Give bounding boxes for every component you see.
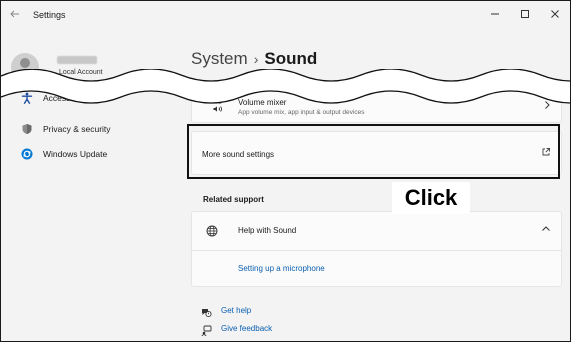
breadcrumb-parent[interactable]: System — [191, 49, 248, 68]
breadcrumb-separator: › — [253, 51, 259, 67]
back-arrow-icon[interactable] — [9, 8, 23, 22]
breadcrumb: System › Sound — [191, 49, 317, 69]
help-with-sound-card[interactable]: Help with Sound Setting up a microphone — [191, 211, 562, 287]
chevron-up-icon[interactable] — [541, 225, 551, 235]
related-support-heading: Related support — [203, 195, 264, 204]
torn-edge-divider — [1, 69, 570, 104]
sidebar-item-privacy[interactable]: Privacy & security — [21, 120, 111, 138]
feedback-icon — [201, 323, 212, 341]
give-feedback-link[interactable]: Give feedback — [221, 324, 272, 333]
sidebar-item-label: Windows Update — [43, 149, 108, 159]
shield-icon — [21, 123, 33, 135]
windows-update-icon — [21, 148, 33, 160]
help-with-sound-title: Help with Sound — [238, 226, 297, 235]
title-bar: Settings — [1, 1, 570, 31]
sidebar-item-label: Privacy & security — [43, 124, 111, 134]
click-annotation: Click — [392, 182, 470, 214]
sidebar-item-windows-update[interactable]: Windows Update — [21, 145, 107, 163]
globe-icon — [206, 224, 218, 242]
maximize-button[interactable] — [510, 1, 540, 27]
get-help-link[interactable]: Get help — [221, 306, 251, 315]
minimize-button[interactable] — [480, 1, 510, 27]
window-controls — [480, 1, 570, 27]
get-help-icon — [201, 305, 212, 323]
page-title: Sound — [264, 49, 318, 68]
volume-mixer-subtitle: App volume mix, app input & output devic… — [238, 109, 365, 116]
close-button[interactable] — [540, 1, 570, 27]
app-title: Settings — [33, 10, 66, 20]
highlight-box — [187, 124, 560, 179]
setting-up-microphone-link[interactable]: Setting up a microphone — [238, 264, 325, 273]
user-name-blurred — [57, 56, 97, 64]
